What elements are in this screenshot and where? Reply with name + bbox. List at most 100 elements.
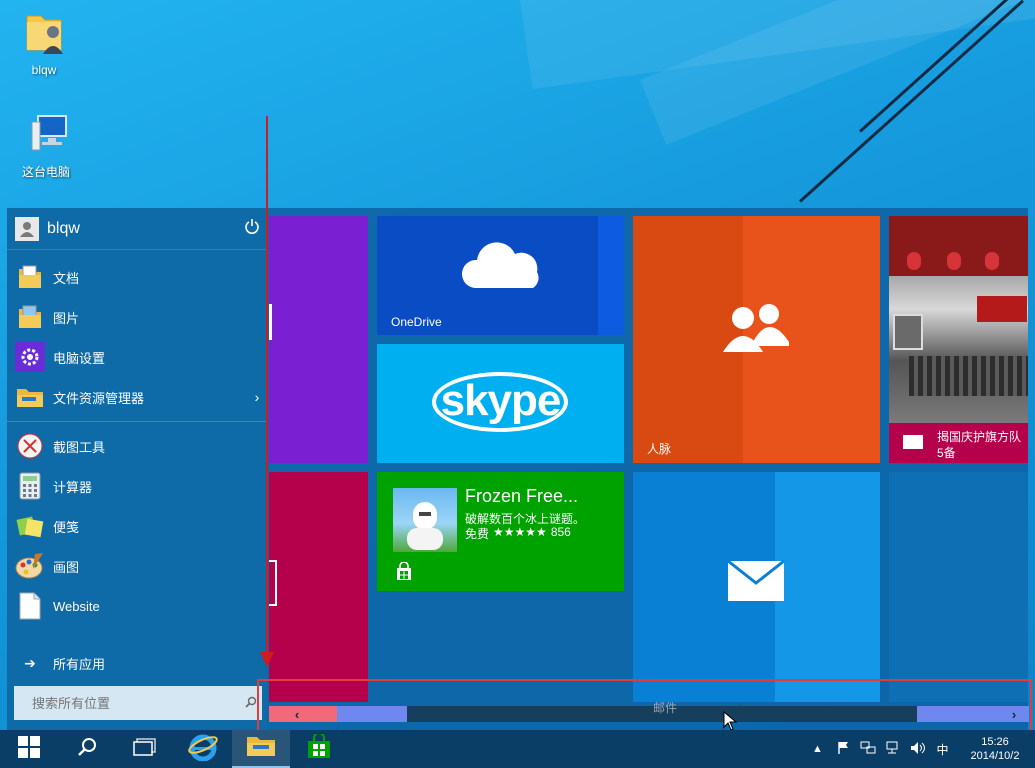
- network-share-icon[interactable]: [855, 741, 880, 758]
- menu-item-sticky-notes[interactable]: 便笺: [7, 506, 267, 546]
- folder-icon: [15, 262, 45, 292]
- sticky-notes-icon: [15, 511, 45, 541]
- menu-item-label: 截图工具: [53, 439, 106, 455]
- menu-item-file-explorer[interactable]: 文件资源管理器 ›: [7, 377, 267, 417]
- app-rating-count: 856: [550, 525, 571, 539]
- user-account-row[interactable]: blqw: [7, 208, 267, 250]
- all-apps-label: 所有应用: [53, 656, 106, 672]
- menu-item-label: 文档: [53, 270, 80, 286]
- tile-people[interactable]: 人脉: [633, 216, 880, 463]
- tile-crimson[interactable]: [269, 472, 368, 702]
- tile-onedrive[interactable]: OneDrive: [377, 216, 624, 335]
- arrow-right-icon: ➔: [24, 654, 36, 671]
- menu-item-label: Website: [53, 598, 100, 614]
- news-headline: 揭国庆护旗方队: [937, 430, 1022, 444]
- computer-icon: [11, 112, 81, 159]
- paint-icon: [15, 551, 45, 581]
- tile-label: OneDrive: [391, 315, 442, 329]
- tile-news[interactable]: 揭国庆护旗方队 5备: [889, 216, 1028, 463]
- tile-empty-blue: [889, 472, 1028, 702]
- menu-item-snipping-tool[interactable]: 截图工具: [7, 426, 267, 466]
- file-explorer-icon: [15, 382, 45, 412]
- news-photo: [889, 216, 1028, 423]
- taskbar: ▲ 中 15:26 2014/10/2: [0, 730, 1035, 768]
- news-icon: [903, 435, 923, 449]
- annotation-arrowhead: [260, 652, 274, 667]
- system-tray: ▲ 中 15:26 2014/10/2: [805, 730, 1035, 768]
- desktop-icon-this-pc[interactable]: 这台电脑: [11, 112, 81, 180]
- start-menu-left-pane: blqw 文档 图片 电脑设置 文件资源管理器 › 截图工具 计算器 便笺 画图…: [7, 208, 267, 730]
- clock-time: 15:26: [981, 736, 1009, 748]
- ie-button[interactable]: [174, 730, 232, 768]
- tile-skype[interactable]: skype: [377, 344, 624, 463]
- cloud-icon: [459, 238, 543, 297]
- menu-item-label: 便笺: [53, 519, 80, 535]
- menu-item-calculator[interactable]: 计算器: [7, 466, 267, 506]
- app-title: Frozen Free...: [465, 486, 579, 506]
- network-icon[interactable]: [880, 741, 905, 758]
- news-count: 5备: [937, 446, 956, 460]
- app-thumbnail: [393, 488, 457, 552]
- annotation-highlight-box: [257, 679, 1032, 734]
- tile-purple[interactable]: [269, 216, 368, 463]
- desktop-icon-user-folder[interactable]: blqw: [9, 8, 79, 77]
- user-folder-icon: [9, 8, 79, 59]
- windows-logo-icon: [17, 735, 41, 764]
- menu-separator: [7, 421, 267, 422]
- menu-item-website[interactable]: Website: [7, 586, 267, 626]
- menu-item-label: 图片: [53, 310, 80, 326]
- search-button[interactable]: [58, 730, 116, 768]
- start-search-box[interactable]: [14, 686, 262, 720]
- volume-icon[interactable]: [905, 741, 930, 758]
- people-icon: [723, 302, 789, 357]
- menu-item-label: 文件资源管理器: [53, 390, 145, 406]
- menu-item-paint[interactable]: 画图: [7, 546, 267, 586]
- menu-item-label: 计算器: [53, 479, 93, 495]
- desktop-icon-label: 这台电脑: [21, 165, 70, 179]
- tile-label: 人脉: [647, 442, 672, 456]
- start-menu: blqw 文档 图片 电脑设置 文件资源管理器 › 截图工具 计算器 便笺 画图…: [7, 208, 1029, 730]
- mail-icon: [727, 559, 785, 607]
- tile-mail[interactable]: [633, 472, 880, 702]
- internet-explorer-icon: [188, 733, 218, 766]
- store-icon: [306, 731, 332, 765]
- calculator-icon: [15, 471, 45, 501]
- menu-item-pictures[interactable]: 图片: [7, 297, 267, 337]
- desktop-icon-label: blqw: [31, 63, 57, 77]
- search-icon: [77, 737, 97, 762]
- user-icon: [15, 216, 39, 241]
- file-explorer-button[interactable]: [232, 730, 290, 768]
- scissors-icon: [15, 431, 45, 461]
- all-apps-button[interactable]: ➔ 所有应用: [7, 648, 267, 678]
- menu-item-label: 画图: [53, 559, 80, 575]
- annotation-arrow: [266, 116, 268, 661]
- apps-list: 截图工具 计算器 便笺 画图 Website: [7, 426, 267, 626]
- task-view-icon: [133, 737, 157, 761]
- clock-date: 2014/10/2: [970, 750, 1020, 762]
- ime-indicator[interactable]: 中: [930, 741, 955, 758]
- app-price: 免费: [465, 527, 490, 541]
- folder-icon: [246, 734, 276, 763]
- gear-icon: [15, 342, 45, 372]
- clock[interactable]: 15:26 2014/10/2: [955, 735, 1035, 763]
- task-view-button[interactable]: [116, 730, 174, 768]
- menu-item-label: 电脑设置: [53, 350, 106, 366]
- store-button[interactable]: [290, 730, 348, 768]
- chevron-right-icon[interactable]: ›: [247, 389, 267, 405]
- skype-logo: skype: [429, 368, 572, 436]
- menu-item-pc-settings[interactable]: 电脑设置: [7, 337, 267, 377]
- skype-wordmark: skype: [440, 376, 562, 425]
- document-icon: [15, 591, 45, 621]
- store-icon: [394, 561, 414, 587]
- app-stars: ★★★★★: [493, 525, 547, 539]
- tile-store-app[interactable]: Frozen Free... 破解数百个冰上谜题。 免费 ★★★★★ 856: [377, 472, 624, 591]
- action-center-flag-icon[interactable]: [830, 741, 855, 758]
- show-hidden-icons-icon[interactable]: ▲: [805, 743, 830, 755]
- menu-item-documents[interactable]: 文档: [7, 257, 267, 297]
- search-input[interactable]: [14, 695, 240, 711]
- folder-icon: [15, 302, 45, 332]
- power-icon[interactable]: [237, 218, 267, 239]
- user-name: blqw: [47, 219, 80, 237]
- start-button[interactable]: [0, 730, 58, 768]
- places-list: 文档 图片 电脑设置 文件资源管理器 ›: [7, 257, 267, 417]
